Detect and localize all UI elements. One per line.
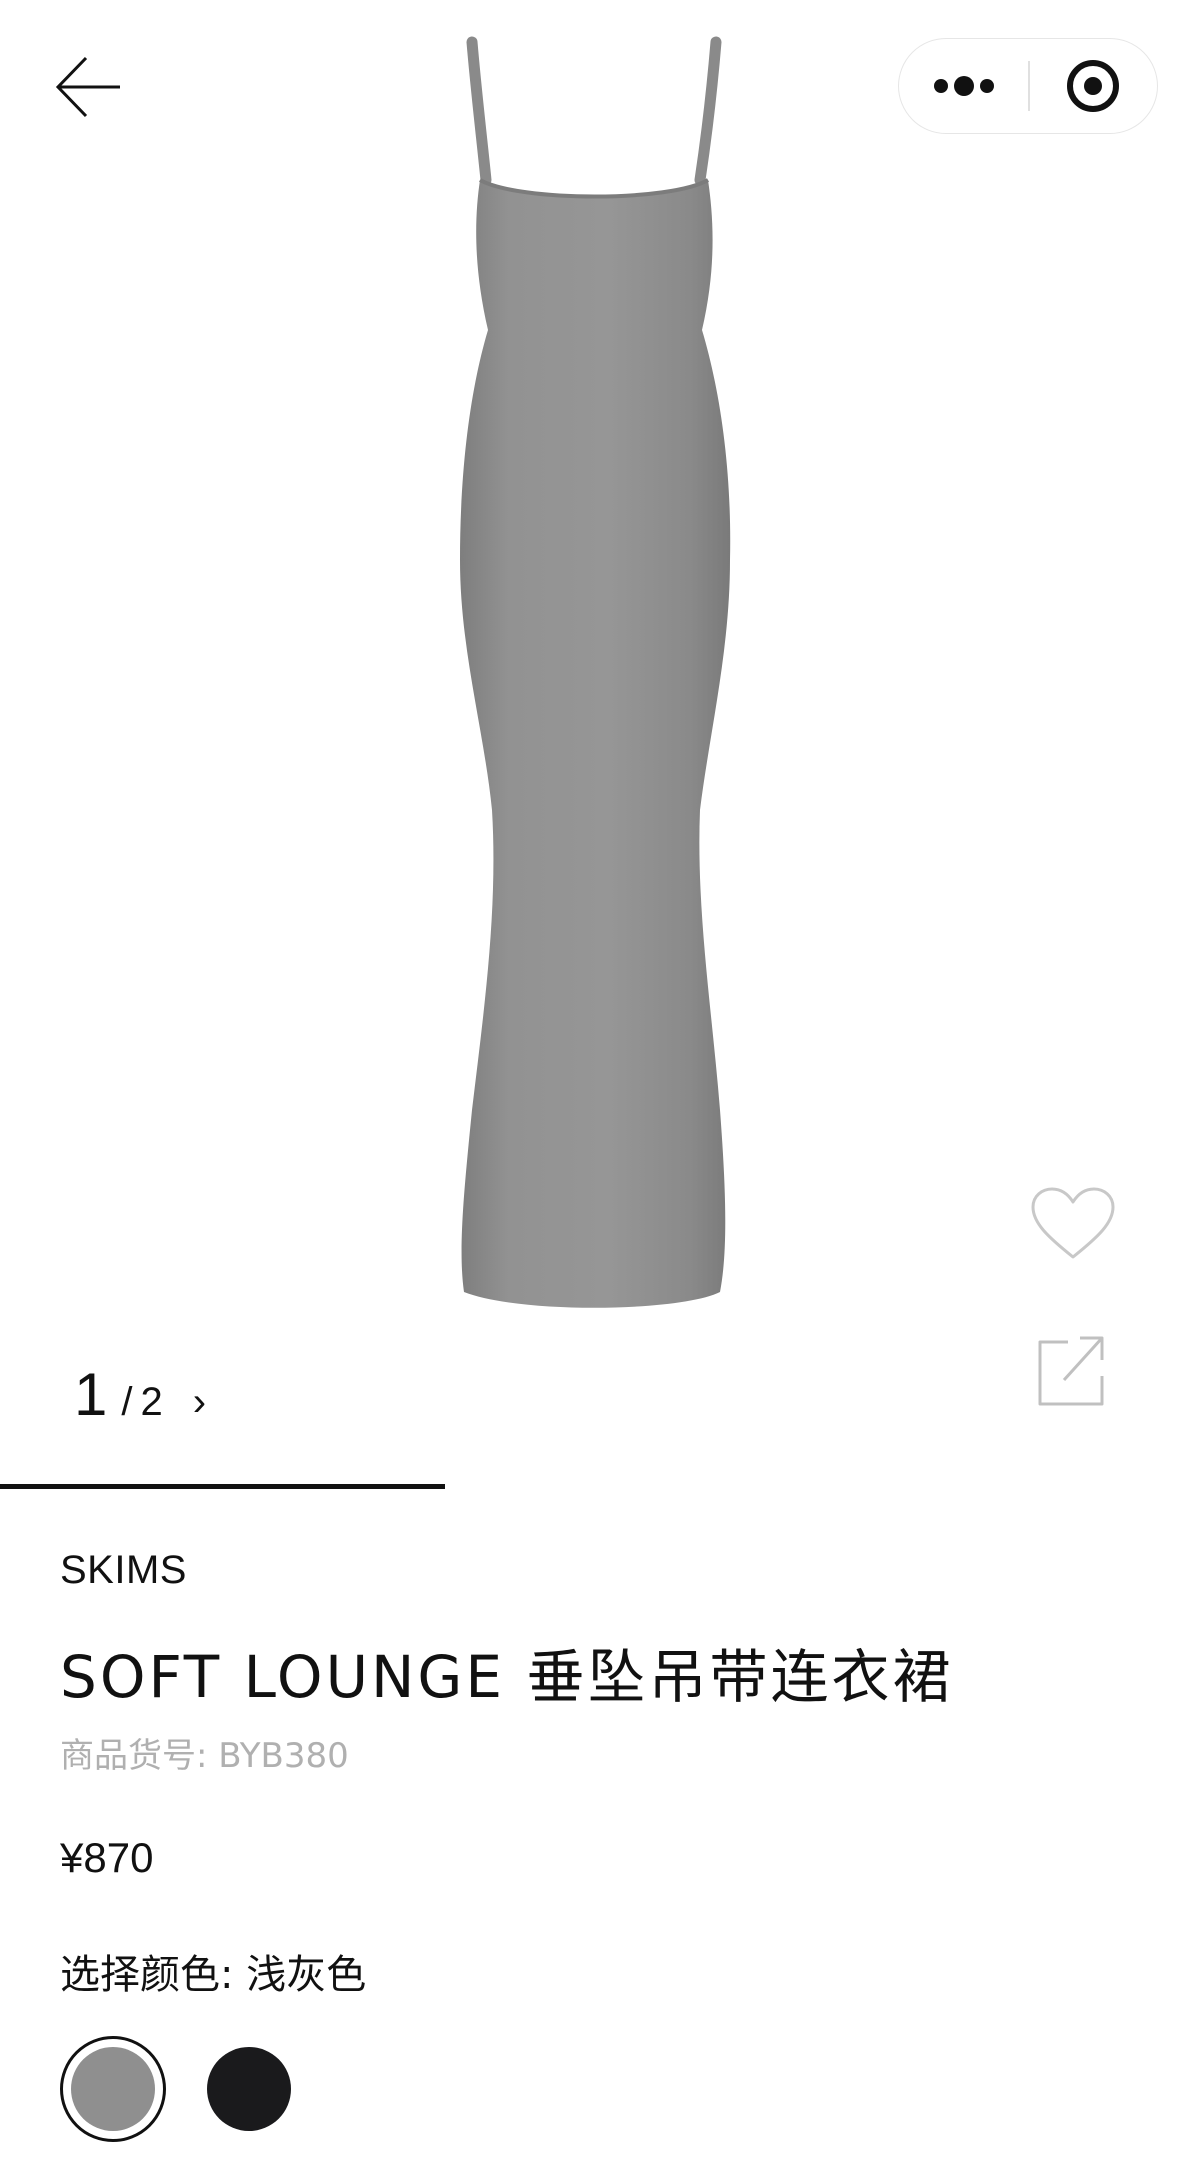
color-value: 浅灰色 bbox=[246, 1952, 367, 1998]
share-external-icon bbox=[1038, 1336, 1104, 1406]
close-mini-program-button[interactable] bbox=[1030, 39, 1158, 133]
pager-total: 2 bbox=[140, 1380, 163, 1424]
color-swatch-dot bbox=[207, 2047, 291, 2131]
color-swatch[interactable] bbox=[196, 2036, 302, 2142]
product-price: ¥870 bbox=[60, 1834, 154, 1881]
more-button[interactable] bbox=[899, 39, 1029, 133]
brand-name[interactable]: SKIMS bbox=[60, 1548, 187, 1593]
color-swatch-dot bbox=[71, 2047, 155, 2131]
arrow-left-icon bbox=[55, 56, 120, 118]
pager-current: 1 bbox=[74, 1361, 108, 1428]
share-button[interactable] bbox=[1030, 1330, 1110, 1410]
color-swatch[interactable] bbox=[60, 2036, 166, 2142]
color-swatches bbox=[60, 2036, 302, 2142]
product-image[interactable] bbox=[380, 30, 800, 1320]
pager-separator: / bbox=[121, 1380, 133, 1424]
color-label: 选择颜色: bbox=[60, 1952, 234, 1998]
chevron-right-icon[interactable]: › bbox=[193, 1380, 206, 1425]
product-sku: 商品货号: BYB380 bbox=[60, 1728, 349, 1777]
image-pager[interactable]: 1 / 2 › bbox=[74, 1360, 206, 1440]
heart-outline-icon bbox=[1031, 1187, 1115, 1259]
favorite-button[interactable] bbox=[1028, 1185, 1118, 1265]
image-progress-fill bbox=[0, 1484, 446, 1489]
target-close-icon bbox=[1067, 60, 1119, 112]
image-progress-bar bbox=[0, 1484, 1179, 1489]
sku-value: BYB380 bbox=[218, 1736, 349, 1776]
color-selection-label: 选择颜色: 浅灰色 bbox=[60, 1942, 366, 2000]
product-title: SOFT LOUNGE 垂坠吊带连衣裙 bbox=[60, 1643, 954, 1711]
sku-label: 商品货号: bbox=[60, 1736, 208, 1776]
more-dots-icon bbox=[934, 76, 994, 96]
mini-program-capsule bbox=[898, 38, 1158, 134]
back-button[interactable] bbox=[50, 50, 130, 130]
